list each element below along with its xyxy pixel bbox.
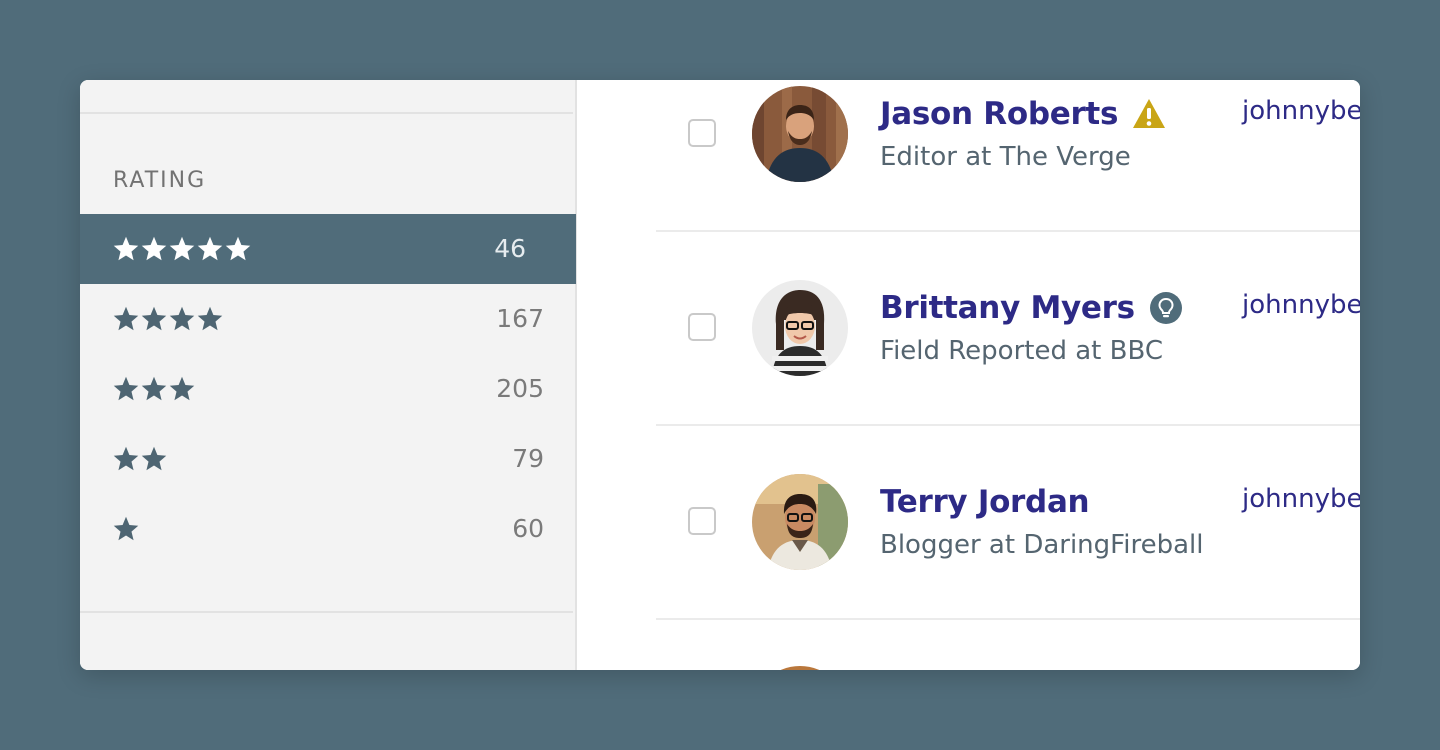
star-icon bbox=[113, 516, 139, 541]
contact-name-line: Brittany Myers bbox=[880, 290, 1183, 326]
three-stars bbox=[112, 372, 196, 406]
star-icon bbox=[225, 236, 251, 261]
rating-filter-2-stars[interactable]: 79 bbox=[80, 424, 576, 494]
warning-icon bbox=[1133, 99, 1166, 128]
rating-count: 60 bbox=[512, 514, 544, 543]
contact-handle[interactable]: johnnybe bbox=[1242, 484, 1360, 514]
rating-filter-5-stars[interactable]: 46 bbox=[80, 214, 576, 284]
rating-count: 79 bbox=[512, 444, 544, 473]
four-stars bbox=[112, 302, 224, 336]
rating-filter-list: 46 167 205 79 60 bbox=[80, 214, 576, 564]
contact-list: Jason Roberts Editor at The Verge johnny… bbox=[577, 80, 1360, 670]
avatar bbox=[752, 666, 848, 670]
star-icon bbox=[113, 306, 139, 331]
star-icon bbox=[169, 376, 195, 401]
rating-filter-4-stars[interactable]: 167 bbox=[80, 284, 576, 354]
contact-title: Editor at The Verge bbox=[880, 142, 1131, 172]
five-stars bbox=[112, 232, 252, 266]
list-item: Brittany Myers Field Reported at BBC joh… bbox=[656, 232, 1360, 426]
rating-count: 167 bbox=[496, 304, 544, 333]
star-icon bbox=[141, 306, 167, 331]
star-icon bbox=[141, 376, 167, 401]
star-icon bbox=[169, 236, 195, 261]
rating-section-label: RATING bbox=[113, 168, 207, 193]
contact-name[interactable]: Terry Jordan bbox=[880, 484, 1090, 520]
list-item: Terry Jordan Blogger at DaringFireball j… bbox=[656, 426, 1360, 620]
filter-sidebar: RATING 46 167 205 79 60 bbox=[80, 80, 577, 670]
avatar bbox=[752, 280, 848, 376]
row-checkbox[interactable] bbox=[688, 313, 716, 341]
contact-name[interactable]: Brittany Myers bbox=[880, 290, 1135, 326]
star-icon bbox=[197, 306, 223, 331]
avatar-image bbox=[752, 474, 848, 570]
row-divider bbox=[656, 618, 1360, 620]
avatar bbox=[752, 86, 848, 182]
contact-title: Field Reported at BBC bbox=[880, 336, 1163, 366]
avatar bbox=[752, 474, 848, 570]
contact-handle[interactable]: johnnybe bbox=[1242, 290, 1360, 320]
sidebar-divider-top bbox=[80, 112, 573, 114]
star-icon bbox=[141, 236, 167, 261]
avatar-image bbox=[752, 280, 848, 376]
contacts-panel: RATING 46 167 205 79 60 Jason Roberts Ed… bbox=[80, 80, 1360, 670]
star-icon bbox=[169, 306, 195, 331]
contact-name[interactable]: Jason Roberts bbox=[880, 96, 1118, 132]
row-checkbox[interactable] bbox=[688, 507, 716, 535]
rating-filter-1-star[interactable]: 60 bbox=[80, 494, 576, 564]
star-icon bbox=[197, 236, 223, 261]
star-icon bbox=[141, 446, 167, 471]
lightbulb-icon bbox=[1149, 292, 1182, 324]
contact-title: Blogger at DaringFireball bbox=[880, 530, 1204, 560]
list-item: Jason Roberts Editor at The Verge johnny… bbox=[656, 80, 1360, 232]
rating-count: 46 bbox=[494, 234, 526, 263]
star-icon bbox=[113, 376, 139, 401]
sidebar-divider-bottom bbox=[80, 611, 573, 613]
star-icon bbox=[113, 446, 139, 471]
contact-name-line: Jason Roberts bbox=[880, 96, 1166, 132]
star-icon bbox=[113, 236, 139, 261]
two-stars bbox=[112, 442, 168, 476]
contact-handle[interactable]: johnnybe bbox=[1242, 96, 1360, 126]
avatar-image bbox=[752, 86, 848, 182]
rating-count: 205 bbox=[496, 374, 544, 403]
one-star bbox=[112, 512, 140, 546]
row-checkbox[interactable] bbox=[688, 119, 716, 147]
contact-name-line: Terry Jordan bbox=[880, 484, 1090, 520]
rating-filter-3-stars[interactable]: 205 bbox=[80, 354, 576, 424]
